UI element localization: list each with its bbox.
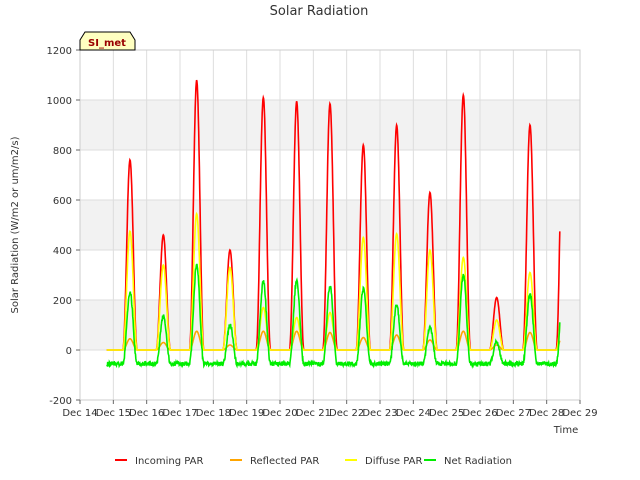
y-tick-label: 200 (53, 296, 72, 307)
x-tick-label: Dec 15 (96, 408, 131, 419)
chart-title: Solar Radiation (270, 4, 369, 19)
y-tick-label: 0 (66, 346, 72, 357)
legend-label-net: Net Radiation (444, 456, 512, 467)
background-band (80, 300, 580, 350)
x-axis: Dec 14Dec 15Dec 16Dec 17Dec 18Dec 19Dec … (62, 400, 598, 419)
y-tick-label: 400 (53, 246, 72, 257)
x-tick-label: Dec 27 (496, 408, 531, 419)
x-axis-label: Time (553, 425, 578, 436)
solar-radiation-chart: Solar Radiation -200 0 200 400 600 800 1000 120… (10, 4, 598, 467)
x-tick-label: Dec 26 (462, 408, 497, 419)
legend-label-diffuse: Diffuse PAR (365, 456, 422, 467)
background-band (80, 150, 580, 200)
x-tick-label: Dec 14 (62, 408, 97, 419)
legend: Incoming PAR Reflected PAR Diffuse PAR Net … (115, 456, 512, 467)
y-tick-label: 800 (53, 146, 72, 157)
legend-label-reflected: Reflected PAR (250, 456, 319, 467)
legend-label-incoming: Incoming PAR (135, 456, 204, 467)
x-tick-label: Dec 19 (229, 408, 264, 419)
y-tick-label: 1000 (47, 96, 72, 107)
x-tick-label: Dec 25 (429, 408, 464, 419)
y-tick-label: -200 (49, 396, 72, 407)
x-tick-label: Dec 18 (196, 408, 231, 419)
background-band (80, 200, 580, 250)
x-tick-label: Dec 22 (329, 408, 364, 419)
x-tick-label: Dec 29 (562, 408, 597, 419)
station-label-box: SI_met (79, 31, 136, 51)
x-tick-label: Dec 21 (296, 408, 331, 419)
x-tick-label: Dec 23 (362, 408, 397, 419)
y-tick-label: 600 (53, 196, 72, 207)
background-band (80, 350, 580, 400)
background-band (80, 50, 580, 100)
x-tick-label: Dec 17 (162, 408, 197, 419)
y-axis: -200 0 200 400 600 800 1000 1200 (47, 46, 80, 407)
background-band (80, 250, 580, 300)
y-axis-label: Solar Radiation (W/m2 or um/m2/s) (10, 136, 21, 313)
station-label: SI_met (88, 38, 126, 49)
x-tick-label: Dec 20 (262, 408, 297, 419)
x-tick-label: Dec 24 (396, 408, 431, 419)
x-tick-label: Dec 28 (529, 408, 564, 419)
x-tick-label: Dec 16 (129, 408, 164, 419)
y-tick-label: 1200 (47, 46, 72, 57)
